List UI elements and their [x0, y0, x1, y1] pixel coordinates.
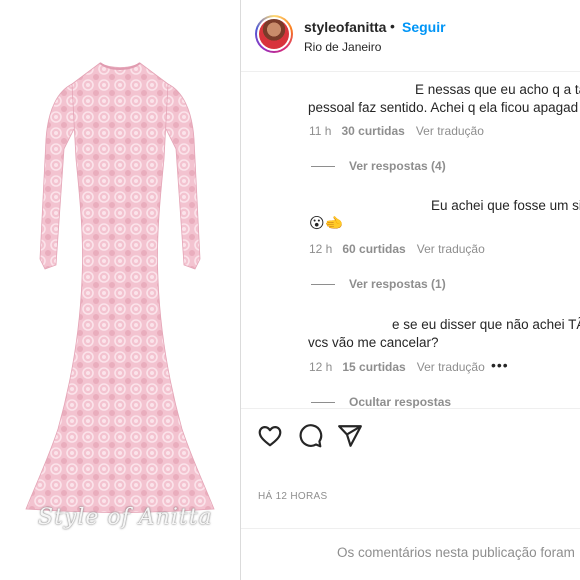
replies-label: Ocultar respostas — [349, 395, 452, 408]
comment-time: 12 h — [309, 360, 333, 374]
hide-replies-button[interactable]: Ocultar respostas — [311, 395, 451, 408]
replies-divider — [311, 402, 335, 404]
post-panel: styleofanitta • Seguir Rio de Janeiro E … — [240, 0, 580, 580]
translate-link[interactable]: Ver tradução — [417, 242, 485, 256]
comment-meta: 12 h 15 curtidas Ver tradução — [309, 360, 485, 374]
replies-divider — [311, 166, 335, 168]
translate-link[interactable]: Ver tradução — [416, 124, 484, 138]
post-timestamp: HÁ 12 HORAS — [258, 491, 328, 502]
location-link[interactable]: Rio de Janeiro — [304, 40, 381, 54]
comment-text-line: E nessas que eu acho q a ta — [415, 82, 580, 97]
translate-link[interactable]: Ver tradução — [417, 360, 485, 374]
follow-button[interactable]: Seguir — [402, 19, 446, 35]
comment-time: 11 h — [309, 124, 332, 138]
post-actions: HÁ 12 HORAS — [241, 408, 580, 528]
comment-text-line: vcs vão me cancelar? — [308, 335, 439, 350]
comments-list[interactable]: E nessas que eu acho q a ta pessoal faz … — [241, 72, 580, 408]
post-media-area: Style of Anitta — [0, 0, 240, 580]
post-header: styleofanitta • Seguir Rio de Janeiro — [241, 0, 580, 72]
comments-disabled-text: Os comentários nesta publicação foram — [337, 545, 575, 560]
comment-likes[interactable]: 60 curtidas — [342, 242, 405, 256]
avatar-image — [259, 19, 289, 49]
replies-divider — [311, 284, 335, 286]
avatar[interactable] — [255, 15, 293, 53]
comment-icon[interactable] — [297, 423, 323, 449]
heart-icon[interactable] — [257, 423, 283, 449]
comment-meta: 11 h 30 curtidas Ver tradução — [309, 124, 484, 138]
dress-image — [25, 62, 215, 514]
send-icon[interactable] — [337, 423, 363, 449]
comment-meta: 12 h 60 curtidas Ver tradução — [309, 242, 485, 256]
view-replies-button[interactable]: Ver respostas (4) — [311, 159, 446, 173]
username-link[interactable]: styleofanitta — [304, 19, 386, 35]
post-photo[interactable]: Style of Anitta — [0, 29, 240, 549]
more-options-button[interactable]: ••• — [491, 357, 509, 373]
watermark-text: Style of Anitta — [38, 505, 213, 530]
comment-text-line: e se eu disser que não achei TÃ — [392, 317, 580, 332]
separator-dot: • — [390, 18, 395, 34]
comment-text-line: pessoal faz sentido. Achei q ela ficou a… — [308, 100, 579, 115]
view-replies-button[interactable]: Ver respostas (1) — [311, 277, 446, 291]
comment-text-line: Eu achei que fosse um si — [431, 198, 580, 213]
comments-disabled-notice: Os comentários nesta publicação foram — [241, 528, 580, 580]
replies-label: Ver respostas (4) — [349, 159, 446, 173]
comment-emoji: 😮🫲 — [309, 215, 344, 232]
comment-time: 12 h — [309, 242, 333, 256]
comment-likes[interactable]: 15 curtidas — [342, 360, 405, 374]
replies-label: Ver respostas (1) — [349, 277, 446, 291]
comment-likes[interactable]: 30 curtidas — [341, 124, 404, 138]
